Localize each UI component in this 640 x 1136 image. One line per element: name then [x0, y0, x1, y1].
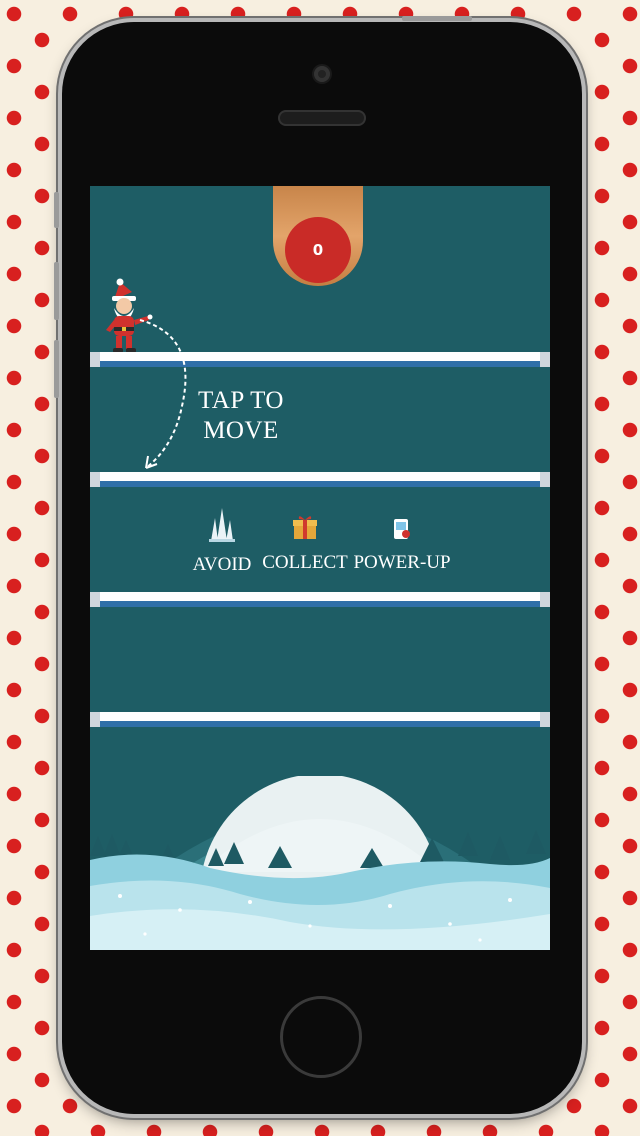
game-screen[interactable]: 0 TAP TO MOVE AVOID COLLECT POWER-UP [90, 186, 550, 950]
powerup-label: POWER-UP [353, 552, 451, 573]
gift-icon [293, 516, 317, 539]
platform-4 [90, 712, 550, 727]
volume-up-button [54, 262, 59, 320]
earpiece-speaker [278, 110, 366, 126]
collect-label: COLLECT [262, 552, 348, 573]
score-value: 0 [312, 241, 324, 259]
avoid-label: AVOID [192, 554, 252, 575]
platform-3 [90, 592, 550, 607]
tap-line-2: MOVE [203, 417, 279, 444]
powerup-icon [394, 519, 410, 539]
score-panel: 0 [273, 186, 363, 286]
score-badge: 0 [285, 217, 351, 283]
front-camera [314, 66, 330, 82]
volume-down-button [54, 340, 59, 398]
mute-switch [54, 192, 59, 228]
legend-powerup: POWER-UP [347, 518, 457, 574]
power-button [402, 16, 472, 21]
tap-to-move-instruction: TAP TO MOVE [186, 386, 296, 446]
winter-scenery [90, 776, 550, 950]
tap-line-1: TAP TO [198, 387, 284, 414]
spikes-icon [209, 508, 235, 542]
home-button[interactable] [280, 996, 362, 1078]
legend-collect: COLLECT [250, 514, 360, 574]
